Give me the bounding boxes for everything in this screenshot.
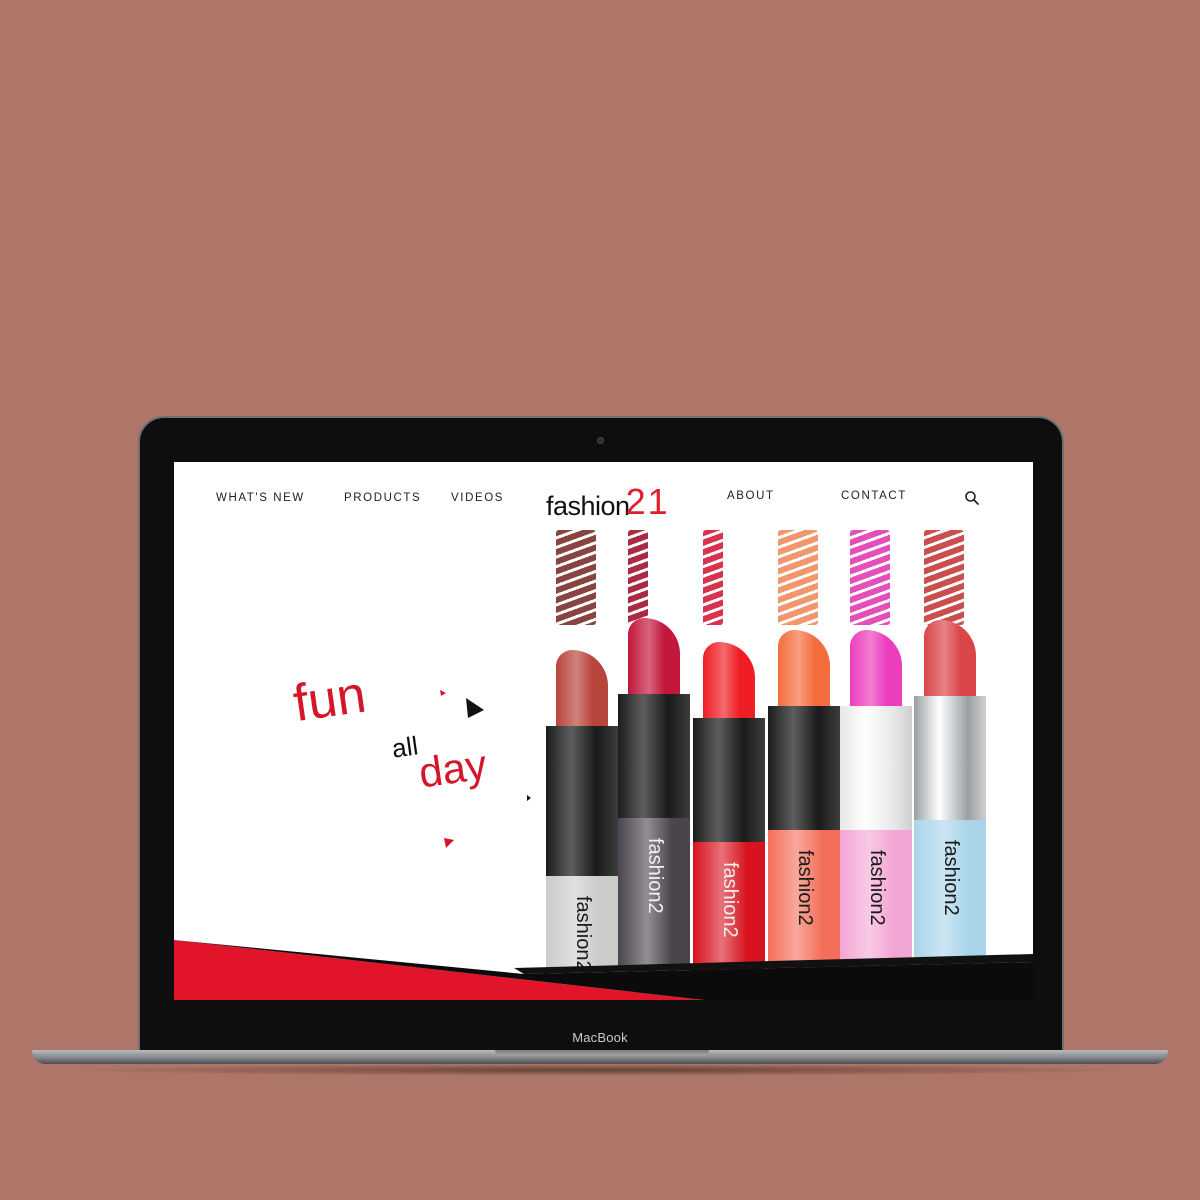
- nav-about[interactable]: ABOUT: [727, 490, 775, 502]
- lipstick-bullet: [778, 630, 830, 710]
- lipstick-collar: [768, 706, 840, 830]
- laptop-notch: [495, 1050, 709, 1056]
- bottom-color-bands: [174, 940, 1033, 1000]
- hero-word-fun: fun: [289, 665, 370, 734]
- camera-icon: [597, 437, 604, 444]
- lipstick-collar: [693, 718, 765, 842]
- laptop-shadow: [60, 1064, 1140, 1076]
- website-screen: WHAT'S NEW PRODUCTS VIDEOS ABOUT CONTACT…: [174, 462, 1033, 1000]
- logo-number: 21: [625, 481, 670, 522]
- search-icon[interactable]: [964, 490, 980, 506]
- lipstick-collar: [914, 696, 986, 820]
- device-label: MacBook: [572, 1030, 628, 1045]
- shade-swatch: [778, 530, 818, 625]
- nav-contact[interactable]: CONTACT: [841, 490, 907, 502]
- brand-logo[interactable]: fashion 21: [546, 480, 670, 520]
- shade-swatch: [556, 530, 596, 625]
- shade-swatch: [628, 530, 648, 625]
- lipstick-bullet: [850, 630, 902, 710]
- lipstick-bullet: [556, 650, 608, 730]
- shade-swatch: [924, 530, 964, 625]
- logo-word: fashion: [546, 491, 630, 521]
- lipstick-bullet: [924, 620, 976, 700]
- nav-products[interactable]: PRODUCTS: [344, 492, 421, 504]
- lipstick-collar: [546, 726, 618, 876]
- lipstick-bullet: [703, 642, 755, 722]
- lipstick-collar: [618, 694, 690, 818]
- shade-swatch: [850, 530, 890, 625]
- hero-word-day: day: [415, 740, 490, 797]
- lipstick-bullet: [628, 618, 680, 698]
- nav-videos[interactable]: VIDEOS: [451, 492, 504, 504]
- nav-whats-new[interactable]: WHAT'S NEW: [216, 492, 305, 504]
- lipstick-collar: [840, 706, 912, 830]
- hero-word-all: all: [389, 730, 420, 764]
- shade-swatch: [703, 530, 723, 625]
